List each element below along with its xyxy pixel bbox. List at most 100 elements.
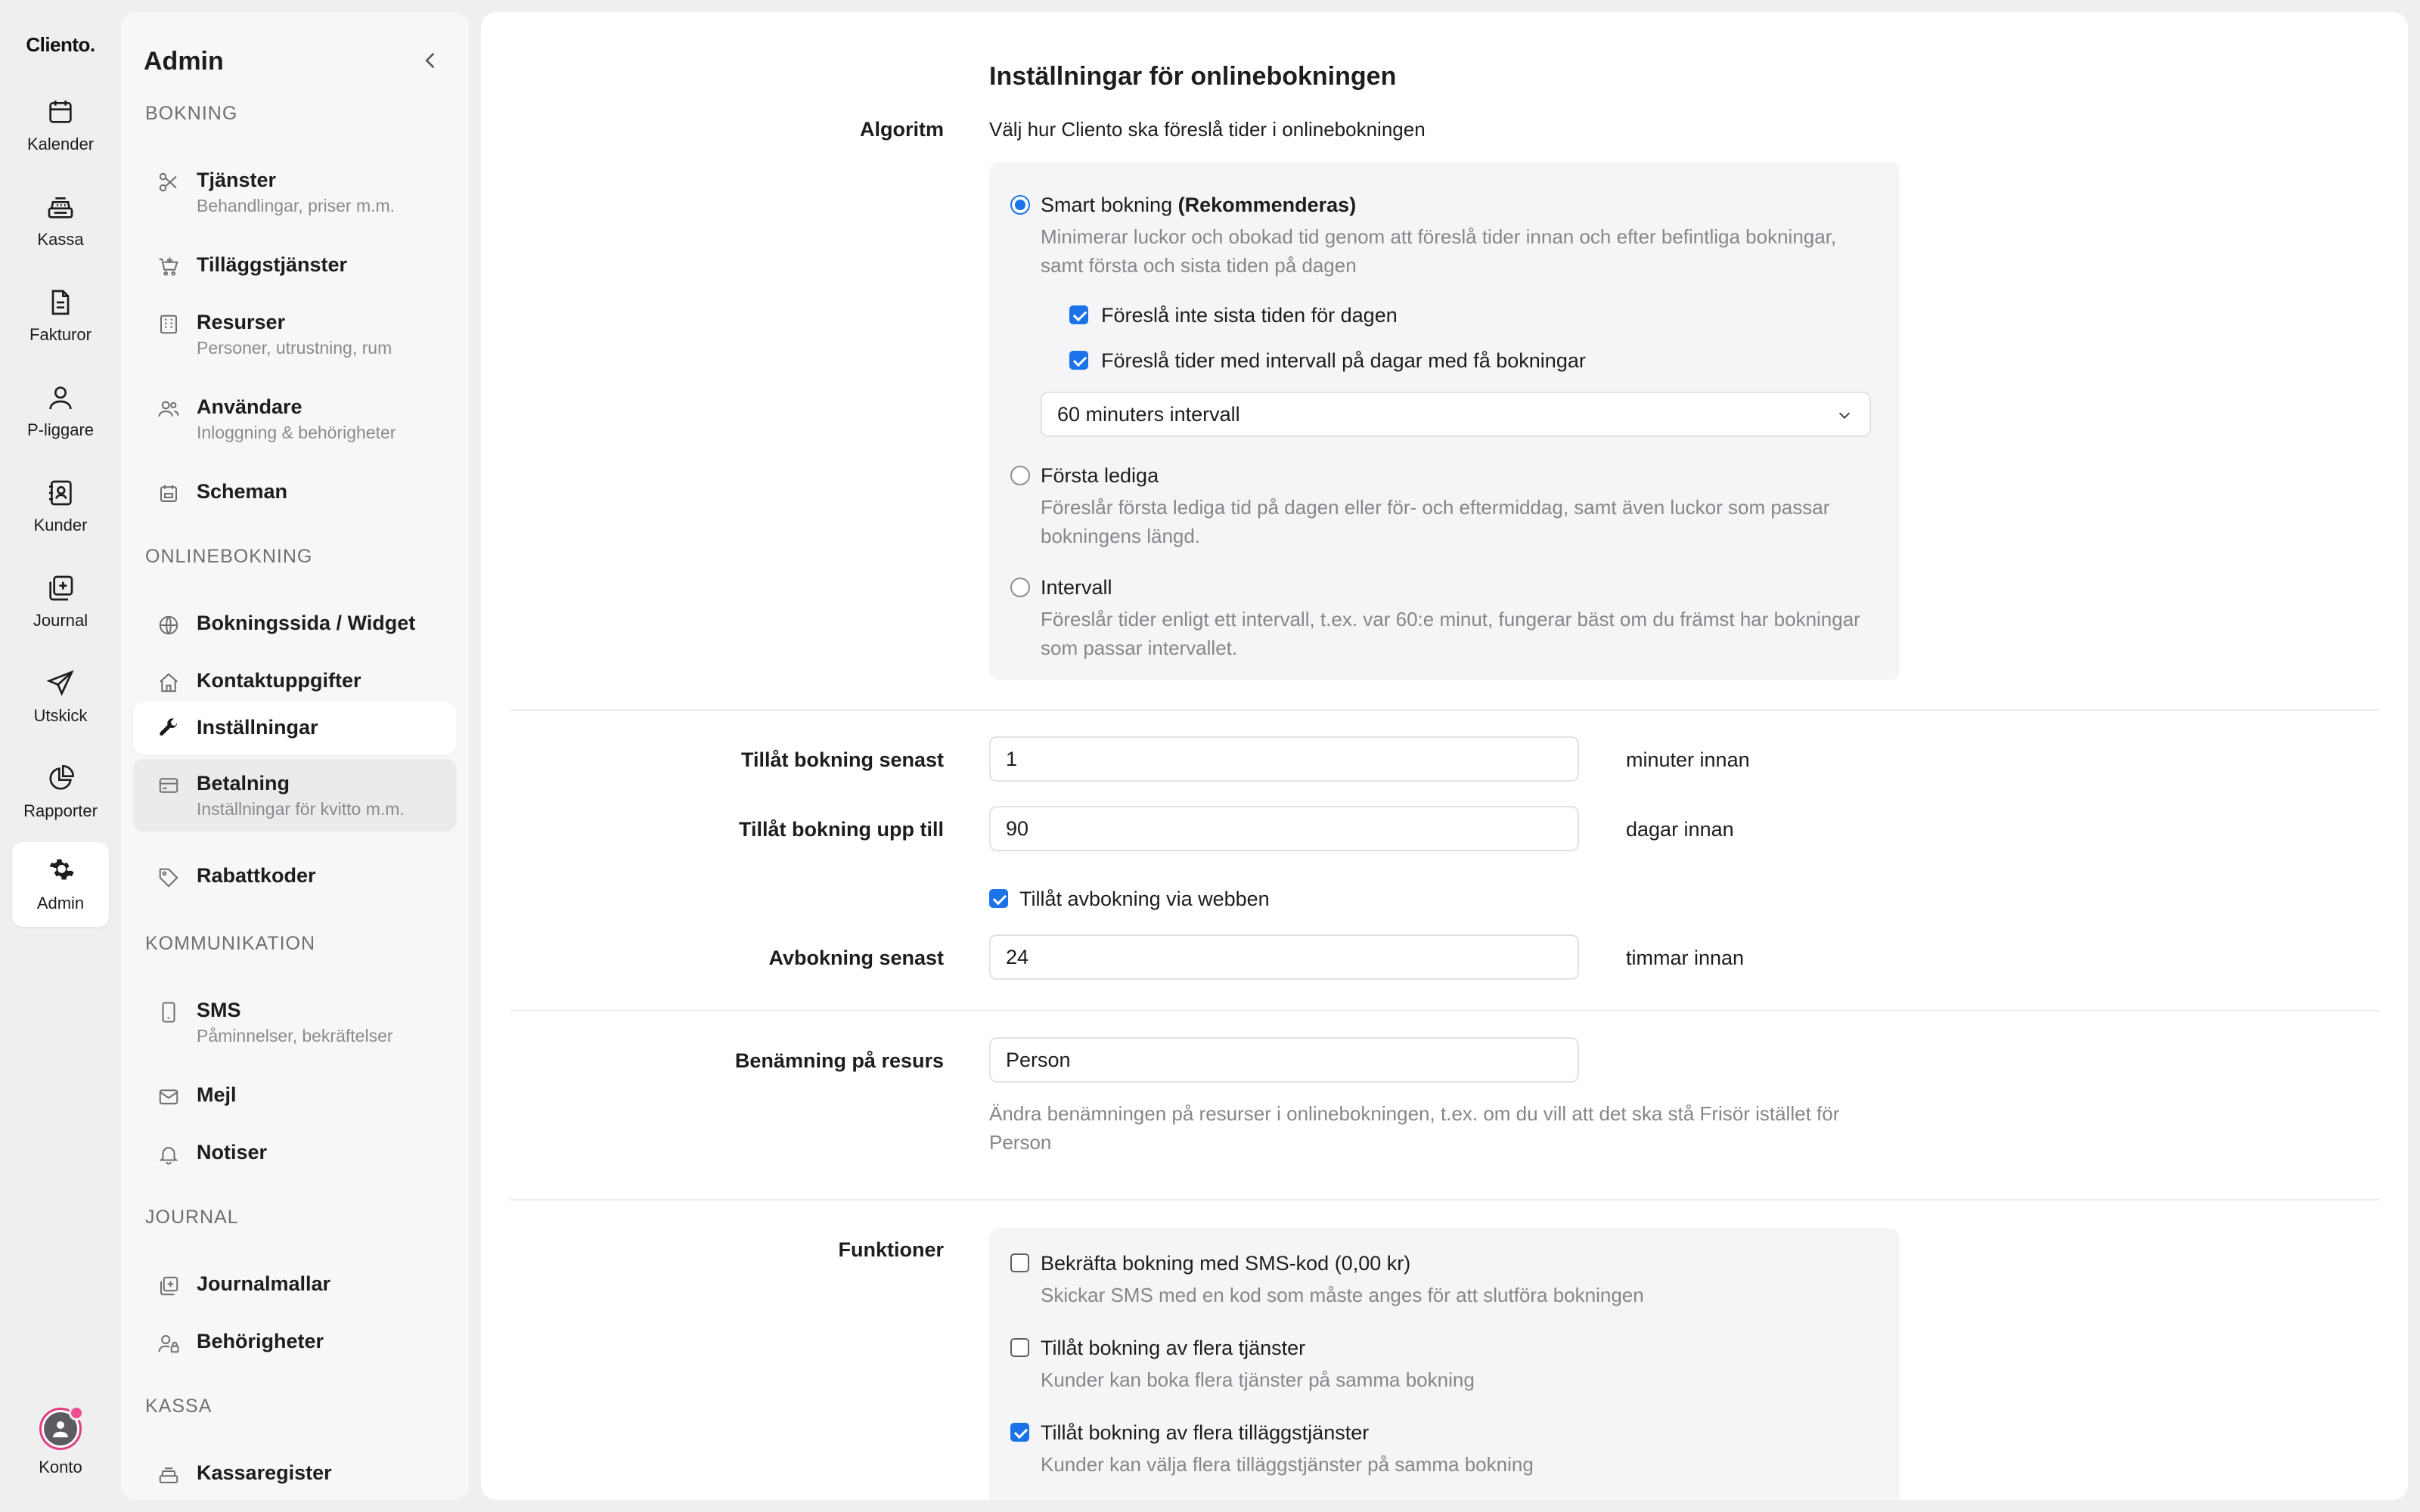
cancel-latest-input[interactable] [989,934,1579,980]
chevron-down-icon [1838,412,1851,419]
sidebar-item-installningar[interactable]: Inställningar [133,702,457,754]
rail-label: Admin [36,894,85,912]
sidebar-item-rabattkoder[interactable]: Rabattkoder [133,851,457,900]
sidebar-item-betalning[interactable]: Betalning Inställningar för kvitto m.m. [133,759,457,832]
resource-name-input[interactable] [989,1037,1579,1083]
collapse-sidebar-icon[interactable] [420,50,442,71]
send-icon [46,670,74,696]
rail-label: P-liggare [26,420,95,439]
sidebar-item-label: Bokningssida / Widget [197,612,416,634]
resource-name-help: Ändra benämningen på resurser i onlinebo… [989,1102,1840,1154]
sidebar-item-label: Notiser [197,1141,268,1163]
checkbox-multi-services[interactable] [1010,1338,1029,1357]
resource-name-label: Benämning på resurs [734,1049,944,1072]
interval-label: Intervall [1041,576,1112,599]
rail-label: Utskick [33,706,88,725]
phone-icon [162,1002,175,1023]
booking-latest-unit: minuter innan [1626,748,1750,771]
radio-interval[interactable] [1010,578,1030,597]
section-kassa: KASSA [145,1396,213,1417]
sidebar-item-mejl[interactable]: Mejl [133,1070,457,1119]
rail-item-kalender[interactable]: Kalender [12,83,109,168]
sidebar-item-behorigheter[interactable]: Behörigheter [133,1317,457,1365]
sidebar-item-tjanster[interactable]: Tjänster Behandlingar, priser m.m. [133,156,457,228]
sms-code-label: Bekräfta bokning med SMS-kod (0,00 kr) [1041,1252,1411,1275]
sidebar-item-resurser[interactable]: Resurser Personer, utrustning, rum [133,298,457,370]
rail-item-journal[interactable]: Journal [12,559,109,644]
rail-label: Fakturor [29,325,92,344]
sidebar-item-sub: Inloggning & behörigheter [197,423,396,442]
pie-chart-icon [49,764,75,790]
gear-icon [49,859,74,880]
notification-dot [69,1405,84,1421]
checkbox-sms-code[interactable] [1010,1253,1029,1272]
globe-icon [159,615,178,635]
settings-panel: Inställningar för onlinebokningen Algori… [481,12,2408,1500]
rail-label: Journal [33,611,88,630]
tag-icon [159,868,178,888]
journal-icon [49,575,73,601]
sidebar-item-anvandare[interactable]: Användare Inloggning & behörigheter [133,383,457,455]
checkbox-allow-cancel[interactable] [989,889,1008,908]
sidebar-item-tillaggstjanster[interactable]: Tilläggstjänster [133,240,457,289]
smart-booking-description: Minimerar luckor och obokad tid genom at… [1041,225,1837,277]
sidebar-item-bokningssida[interactable]: Bokningssida / Widget [133,599,457,647]
booking-until-label: Tillåt bokning upp till [739,818,944,841]
first-available-label: Första lediga [1041,464,1159,487]
algorithm-label: Algoritm [860,118,944,141]
rail-item-fakturor[interactable]: Fakturor [12,274,109,358]
mail-icon [159,1089,178,1105]
sidebar-item-sms[interactable]: SMS Påminnelser, bekräftelser [133,986,457,1058]
checkbox-interval-few-bookings[interactable] [1069,351,1088,370]
avatar [39,1405,84,1450]
rail-item-rapporter[interactable]: Rapporter [12,750,109,835]
sidebar-item-label: Rabattkoder [197,864,316,887]
radio-smart-booking[interactable] [1010,195,1030,215]
checkbox-multi-addons[interactable] [1010,1423,1029,1442]
booking-until-input[interactable] [989,806,1579,851]
cancel-latest-unit: timmar innan [1626,947,1745,969]
sidebar-item-kassaregister[interactable]: Kassaregister [133,1448,457,1497]
cancel-latest-label: Avbokning senast [768,947,944,969]
sidebar-item-label: Journalmallar [197,1272,331,1295]
rail-item-p-liggare[interactable]: P-liggare [12,369,109,454]
sidebar-item-scheman[interactable]: Scheman [133,467,457,516]
sidebar-item-label: Tilläggstjänster [197,253,348,276]
interval-select[interactable]: 60 minuters intervall [1041,392,1871,437]
rail-item-kunder[interactable]: Kunder [12,464,109,549]
rail-item-kassa[interactable]: Kassa [12,178,109,263]
section-divider [510,709,2379,711]
sidebar-item-label: Inställningar [197,716,318,739]
calendar-icon [49,101,72,123]
checkbox-no-last-time[interactable] [1069,305,1088,324]
booking-latest-input[interactable] [989,736,1579,782]
section-kommunikation: KOMMUNIKATION [145,933,316,954]
rail-label: Kalender [26,135,95,153]
section-onlinebokning: ONLINEBOKNING [145,546,313,567]
cliento-logo[interactable]: Cliento. [0,33,121,57]
section-divider [510,1010,2379,1012]
multi-addons-label: Tillåt bokning av flera tilläggstjänster [1041,1421,1370,1444]
sidebar-item-label: Mejl [197,1083,237,1106]
interval-description: Föreslår tider enligt ett intervall, t.e… [1041,608,1860,659]
sidebar-item-journalmallar[interactable]: Journalmallar [133,1259,457,1308]
sidebar-item-label: Resurser [197,311,286,333]
sidebar-item-notiser[interactable]: Notiser [133,1128,457,1176]
cash-register-icon [48,197,73,218]
functions-label: Funktioner [838,1238,945,1261]
sidebar-item-label: Behörigheter [197,1330,324,1352]
functions-card: Bekräfta bokning med SMS-kod (0,00 kr) S… [989,1228,1900,1500]
rail-item-utskick[interactable]: Utskick [12,655,109,739]
algorithm-description: Välj hur Cliento ska föreslå tider i onl… [989,118,1426,141]
sidebar-item-kontaktuppgifter[interactable]: Kontaktuppgifter [133,656,457,705]
rail-label: Kassa [37,230,84,249]
bell-icon [159,1147,178,1165]
radio-first-available[interactable] [1010,466,1030,485]
rail-item-admin[interactable]: Admin [12,842,109,927]
sidebar-item-label: SMS [197,999,241,1021]
sidebar-item-sub: Behandlingar, priser m.m. [197,196,396,215]
sidebar-title: Admin [144,47,224,76]
sidebar-item-label: Användare [197,395,302,418]
account-button[interactable]: Konto [12,1405,109,1491]
invoice-icon [51,290,70,315]
